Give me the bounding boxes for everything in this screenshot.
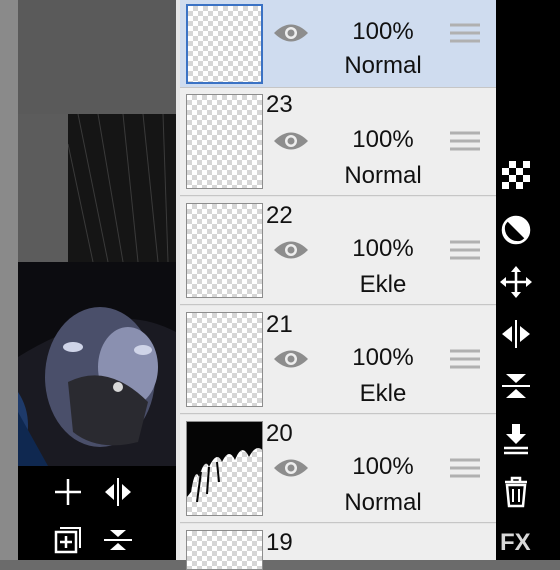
- canvas-artwork-top: [68, 114, 176, 262]
- eye-icon[interactable]: [272, 237, 310, 263]
- checkerboard-icon[interactable]: [496, 155, 536, 195]
- drag-handle-icon[interactable]: [450, 239, 480, 261]
- layer-row-21[interactable]: 21 100% Ekle: [180, 306, 496, 414]
- eye-icon[interactable]: [272, 455, 310, 481]
- layer-blend-mode[interactable]: Normal: [328, 162, 438, 190]
- drag-handle-icon[interactable]: [450, 348, 480, 370]
- layer-row-22[interactable]: 22 100% Ekle: [180, 197, 496, 305]
- layer-thumbnail: [186, 4, 263, 84]
- layer-thumbnail: [186, 421, 263, 516]
- window-frame-left: [0, 0, 18, 560]
- layer-blend-mode[interactable]: Normal: [328, 52, 438, 80]
- layer-number: 20: [266, 420, 293, 447]
- layer-opacity: 100%: [352, 235, 414, 262]
- drag-handle-icon[interactable]: [450, 22, 480, 44]
- move-icon[interactable]: [496, 262, 536, 302]
- layer-opacity: 100%: [352, 453, 414, 480]
- layer-row-19[interactable]: 19: [180, 524, 496, 570]
- layer-opacity: 100%: [352, 126, 414, 153]
- layer-row-23[interactable]: 23 100% Normal: [180, 88, 496, 196]
- layer-number: 23: [266, 91, 293, 118]
- flip-vertical-icon[interactable]: [496, 366, 536, 406]
- layer-blend-mode[interactable]: Ekle: [328, 380, 438, 408]
- layer-row-24[interactable]: 24 100% Normal: [180, 0, 496, 88]
- flip-horizontal-icon[interactable]: [496, 314, 536, 354]
- trash-icon[interactable]: [496, 472, 536, 512]
- layer-number: 19: [266, 529, 293, 556]
- drag-handle-icon[interactable]: [450, 130, 480, 152]
- layer-thumbnail: [186, 530, 263, 570]
- layer-tools-bar: [18, 466, 176, 560]
- half-circle-icon[interactable]: [496, 210, 536, 250]
- layer-thumbnail: [186, 203, 263, 298]
- canvas-area: [18, 114, 68, 262]
- layer-number: 21: [266, 311, 293, 338]
- layer-blend-mode[interactable]: Ekle: [328, 271, 438, 299]
- eye-icon[interactable]: [272, 128, 310, 154]
- drag-handle-icon[interactable]: [450, 457, 480, 479]
- right-toolbar: FX: [496, 0, 560, 560]
- flip-vertical-icon[interactable]: [100, 522, 136, 558]
- eye-icon[interactable]: [272, 20, 310, 46]
- layer-thumbnail: [186, 312, 263, 407]
- layer-opacity: 100%: [352, 344, 414, 371]
- fx-icon[interactable]: FX: [496, 525, 536, 560]
- layer-blend-mode[interactable]: Normal: [328, 489, 438, 517]
- layer-number: 22: [266, 202, 293, 229]
- flip-horizontal-icon[interactable]: [100, 474, 136, 510]
- layer-opacity: 100%: [352, 18, 414, 45]
- fx-label: FX: [500, 529, 531, 556]
- add-layer-icon[interactable]: [50, 474, 86, 510]
- canvas-artwork-portrait: [18, 262, 176, 466]
- canvas-background: [18, 0, 176, 114]
- layers-panel: 24 100% Normal 23 100% Normal 22 100% Ek…: [176, 0, 496, 570]
- merge-down-icon[interactable]: [496, 418, 536, 458]
- layer-thumbnail: [186, 94, 263, 189]
- eye-icon[interactable]: [272, 346, 310, 372]
- add-folder-icon[interactable]: [50, 522, 86, 558]
- layer-row-20[interactable]: 20 100% Normal: [180, 415, 496, 523]
- layer-number: 24: [266, 0, 293, 4]
